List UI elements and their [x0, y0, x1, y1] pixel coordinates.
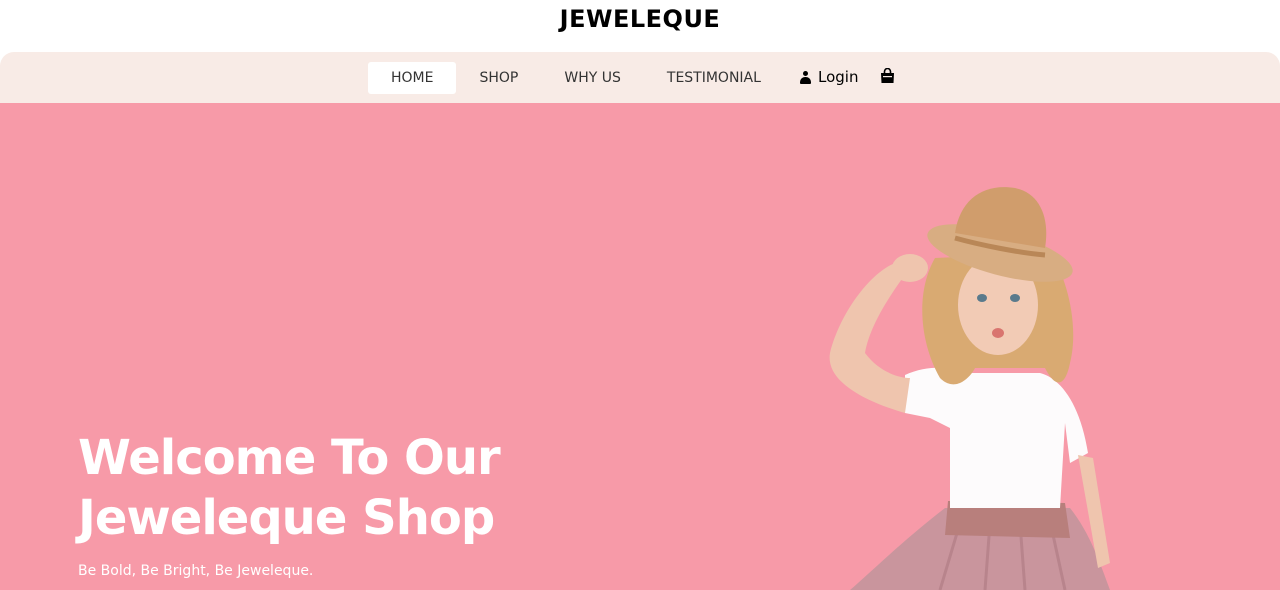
hero-title: Welcome To Our Jeweleque Shop — [78, 428, 598, 548]
nav-item-testimonial[interactable]: TESTIMONIAL — [644, 62, 784, 94]
brand-logo[interactable]: JEWELEQUE — [560, 5, 721, 33]
nav-item-why-us[interactable]: WHY US — [541, 62, 644, 94]
login-label: Login — [818, 68, 859, 86]
hero-title-line-1: Welcome To Our — [78, 430, 501, 486]
user-icon — [800, 70, 811, 84]
main-navbar: HOME SHOP WHY US TESTIMONIAL — [0, 52, 1280, 103]
shopping-bag-icon[interactable] — [880, 68, 895, 84]
hero-title-line-2: Jeweleque Shop — [78, 490, 495, 546]
girl-in-straw-hat-photo — [829, 187, 1110, 590]
nav-item-shop[interactable]: SHOP — [456, 62, 541, 94]
nav-menu: HOME SHOP WHY US TESTIMONIAL — [368, 62, 784, 94]
nav-item-home[interactable]: HOME — [368, 62, 457, 94]
hero-banner: Welcome To Our Jeweleque Shop Be Bold, B… — [0, 103, 1280, 590]
brand-bar: JEWELEQUE — [0, 0, 1280, 52]
hero-subtitle: Be Bold, Be Bright, Be Jeweleque. — [78, 563, 314, 579]
login-link[interactable]: Login — [800, 66, 858, 88]
